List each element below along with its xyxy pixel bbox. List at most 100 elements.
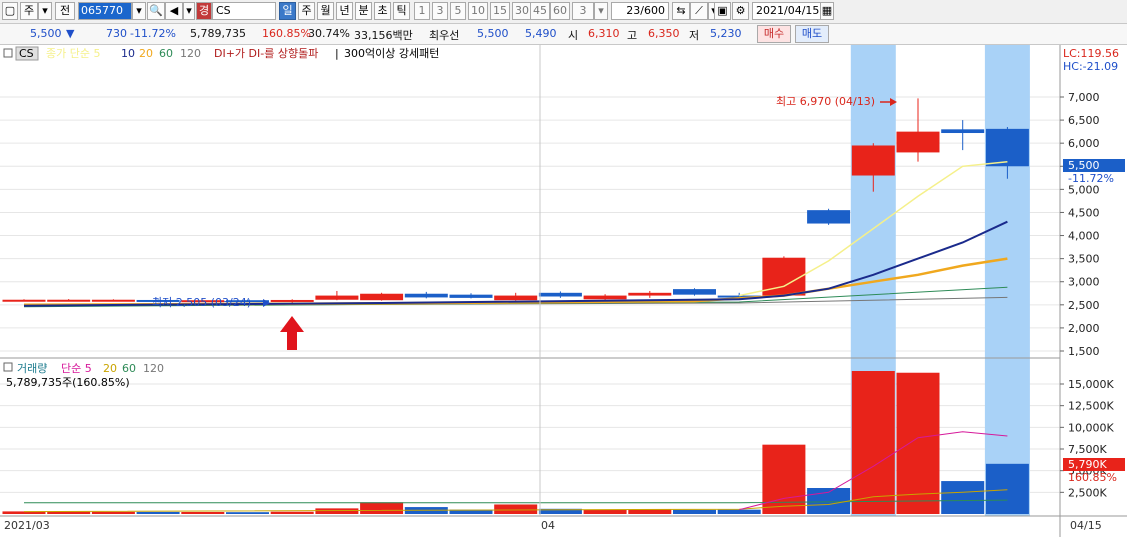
candle-body — [91, 299, 135, 302]
high-annotation: 최고 6,970 (04/13) — [776, 95, 875, 108]
chevron-down-icon[interactable]: ▾ — [594, 2, 608, 20]
period-month[interactable]: 월 — [317, 2, 334, 20]
interval-3[interactable]: 3 — [432, 2, 448, 20]
candle-body — [985, 128, 1029, 167]
interval-10[interactable]: 10 — [468, 2, 488, 20]
volume-tick-label: 10,000K — [1068, 421, 1114, 434]
high-label: 고 — [627, 29, 638, 42]
interval-custom-input[interactable]: 3 — [572, 2, 594, 20]
price-tick-label: 4,500 — [1068, 206, 1100, 219]
interval-45[interactable]: 45 — [530, 2, 550, 20]
current-price: 5,500 — [30, 27, 62, 40]
bar-count-input[interactable]: 23/600 — [611, 2, 669, 20]
volume-value: 5,789,735주(160.85%) — [6, 376, 130, 389]
chevron-down-icon[interactable]: ▾ — [132, 2, 146, 20]
open-label: 시 — [568, 29, 579, 42]
price-tick-label: 6,500 — [1068, 114, 1100, 127]
period-day[interactable]: 일 — [279, 2, 296, 20]
chart-area[interactable]: 7,000 6,500 6,000 5,500 5,000 4,500 4,000 3,500… — [0, 45, 1127, 537]
volume-bar — [851, 371, 895, 514]
x-label-end: 04/15 — [1070, 519, 1102, 532]
current-volume-rate: 160.85% — [1068, 471, 1117, 484]
compare-icon[interactable]: ⇆ — [672, 2, 690, 20]
best-price-label: 최우선 — [429, 29, 460, 42]
volume-panel-icon[interactable] — [3, 362, 13, 372]
mode-button[interactable]: 전 — [55, 2, 75, 20]
period-tick[interactable]: 틱 — [393, 2, 410, 20]
sell-button[interactable]: 매도 — [795, 25, 829, 43]
price-change: 730 — [106, 27, 127, 40]
price-change-rate: -11.72% — [130, 27, 176, 40]
volume-ma60-label: 60 — [122, 362, 136, 375]
gear-icon[interactable]: ⚙ — [732, 2, 749, 20]
candle-body — [494, 295, 538, 301]
panel-icon[interactable] — [3, 48, 13, 58]
trade-amount: 33,156백만 — [354, 29, 413, 42]
period-year[interactable]: 년 — [336, 2, 353, 20]
calendar-icon[interactable]: ▦ — [820, 2, 834, 20]
period-week[interactable]: 주 — [298, 2, 315, 20]
volume-bar — [315, 508, 359, 514]
candle-body — [673, 289, 716, 295]
volume-bar — [941, 481, 985, 514]
low-label: 저 — [689, 29, 700, 42]
price-tick-label: 3,000 — [1068, 276, 1100, 289]
volume-bar — [628, 509, 672, 514]
ma60-label: 60 — [159, 47, 173, 60]
cs-tag-label: CS — [19, 47, 34, 60]
market-select[interactable]: 주 — [20, 2, 38, 20]
ma10-label: 10 — [121, 47, 135, 60]
candle-body — [583, 295, 627, 300]
date-input[interactable]: 2021/04/15 — [752, 2, 822, 20]
current-price-label: 5,500 — [1068, 159, 1100, 172]
search-icon[interactable]: 🔍 — [147, 2, 165, 20]
highlight-column — [984, 45, 1030, 516]
volume-bar — [985, 463, 1029, 514]
window-icon[interactable]: ▢ — [2, 2, 18, 20]
interval-30[interactable]: 30 — [512, 2, 532, 20]
stock-name-input[interactable]: CS — [212, 2, 276, 20]
save-icon[interactable]: ▣ — [714, 2, 731, 20]
period-second[interactable]: 초 — [374, 2, 391, 20]
candle-body — [270, 299, 314, 302]
signal-marker-icon: | — [335, 47, 339, 60]
volume-bar — [270, 511, 314, 514]
volume-ma5-label: 단순 5 — [61, 362, 92, 375]
chevron-down-icon[interactable]: ▾ — [38, 2, 52, 20]
interval-5[interactable]: 5 — [450, 2, 466, 20]
hc-value: HC:-21.09 — [1063, 60, 1118, 73]
grade-badge: 경 — [196, 2, 212, 20]
x-label-april: 04 — [541, 519, 555, 532]
low-annotation: 최저 2,505 (03/24) — [152, 296, 251, 309]
candle-body — [807, 210, 851, 224]
sound-icon[interactable]: ◀ — [165, 2, 183, 20]
volume-bar — [717, 509, 761, 514]
low-price: 5,230 — [710, 27, 742, 40]
current-rate-label: -11.72% — [1068, 172, 1114, 185]
down-arrow-icon: ▼ — [66, 27, 75, 40]
stock-code-input[interactable]: 065770 — [78, 2, 132, 20]
best-bid: 5,490 — [525, 27, 557, 40]
period-minute[interactable]: 분 — [355, 2, 372, 20]
candle-body — [315, 295, 359, 300]
volume-bar — [673, 509, 716, 514]
quote-bar: 5,500 ▼ 730 -11.72% 5,789,735 160.85% 30… — [0, 24, 1127, 45]
volume-tick-label: 15,000K — [1068, 378, 1114, 391]
indicator-icon[interactable]: ⟋ — [690, 2, 708, 20]
volume-ratio: 160.85% — [262, 27, 311, 40]
volume-tick-label: 2,500K — [1068, 486, 1107, 499]
interval-60[interactable]: 60 — [550, 2, 570, 20]
best-ask: 5,500 — [477, 27, 509, 40]
candle-body — [404, 293, 448, 298]
ma120-label: 120 — [180, 47, 201, 60]
price-tick-label: 2,000 — [1068, 322, 1100, 335]
chevron-down-icon[interactable]: ▾ — [183, 2, 195, 20]
price-tick-label: 6,000 — [1068, 137, 1100, 150]
price-volume-chart[interactable]: 7,000 6,500 6,000 5,500 5,000 4,500 4,000 3,500… — [0, 45, 1127, 537]
candle-body — [360, 293, 404, 301]
interval-15[interactable]: 15 — [490, 2, 510, 20]
ma-label: 종가 단순 5 — [46, 47, 100, 60]
turnover-rate: 30.74% — [308, 27, 350, 40]
buy-button[interactable]: 매수 — [757, 25, 791, 43]
interval-1[interactable]: 1 — [414, 2, 430, 20]
